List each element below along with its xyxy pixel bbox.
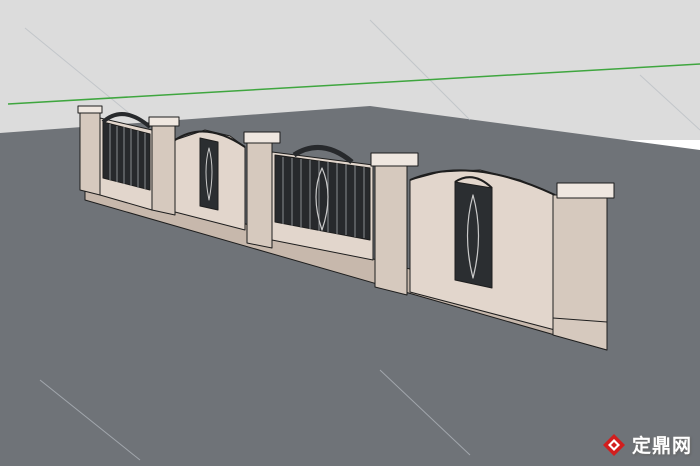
model-canvas[interactable]	[0, 0, 700, 466]
pillar-2	[148, 116, 180, 216]
diamond-logo-icon	[602, 433, 625, 456]
watermark-text: 定鼎网	[631, 435, 692, 457]
pillar-1	[77, 105, 103, 196]
sketchup-viewport[interactable]: 定鼎网	[0, 0, 700, 466]
pillar-5	[552, 182, 615, 351]
watermark: 定鼎网	[602, 431, 692, 458]
